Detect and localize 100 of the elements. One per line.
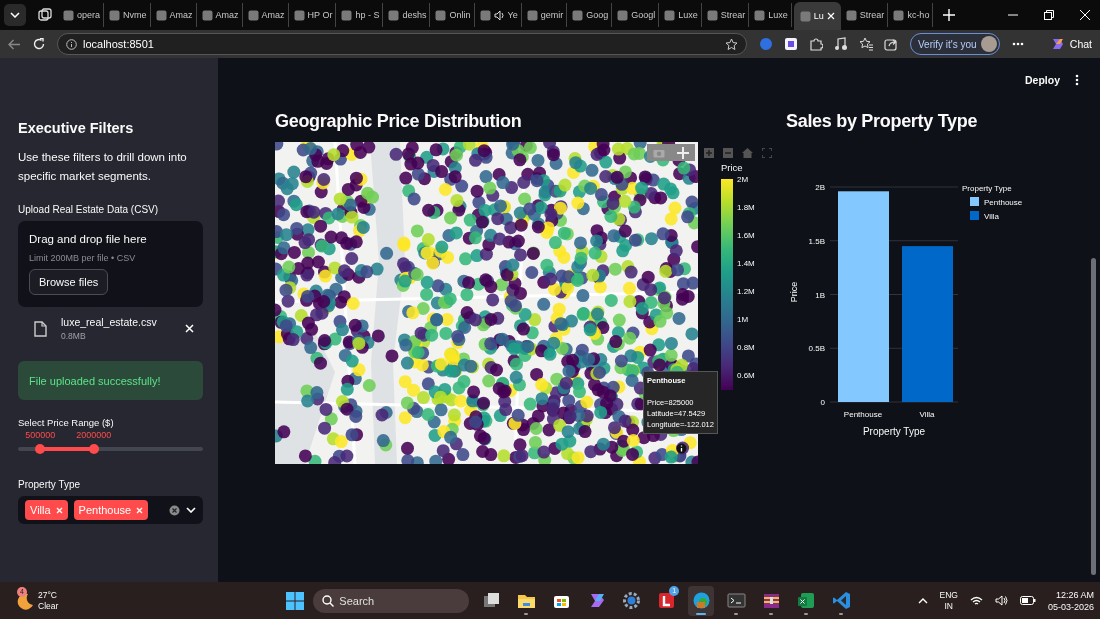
chevron-up-icon[interactable] — [917, 597, 928, 604]
colorbar-tick-label: 0.6M — [737, 369, 755, 382]
y-tick-label: 2B — [815, 183, 825, 192]
browser-tab[interactable]: Strear — [842, 3, 889, 27]
more-vertical-icon[interactable] — [1075, 74, 1079, 86]
y-axis-title: Price — [789, 281, 799, 303]
puzzle-icon[interactable] — [809, 37, 823, 51]
gear-icon — [621, 591, 641, 610]
site-icon — [617, 9, 629, 21]
file-dropzone[interactable]: Drag and drop file here Limit 200MB per file • CSV Browse files — [18, 221, 203, 307]
browser-tab[interactable]: gemir — [523, 3, 568, 27]
sidebar-title: Executive Filters — [18, 120, 135, 136]
site-icon — [109, 9, 121, 21]
clear-icon[interactable] — [169, 504, 180, 516]
star-icon[interactable] — [725, 37, 738, 51]
slider-value: 500000 — [25, 430, 56, 440]
sidebar-description: Use these filters to drill down into specific market segments. — [18, 150, 188, 184]
music-icon[interactable] — [834, 37, 848, 51]
close-icon[interactable] — [826, 12, 835, 20]
site-icon — [572, 9, 584, 21]
browser-tab[interactable]: opera — [60, 3, 105, 27]
task-view-icon — [481, 591, 501, 610]
back-arrow-icon[interactable] — [8, 38, 21, 50]
extension-icon[interactable] — [784, 37, 798, 51]
wifi-icon[interactable] — [969, 595, 983, 606]
clock[interactable]: 12:26 AM 05-03-2026 — [1047, 588, 1094, 613]
home-icon[interactable] — [742, 147, 753, 158]
zoom-in-icon[interactable] — [704, 147, 714, 158]
slider-thumb[interactable] — [35, 444, 46, 454]
close-icon[interactable] — [185, 324, 194, 333]
move-icon[interactable] — [677, 146, 689, 159]
terminal-icon — [726, 591, 746, 610]
slider-thumb[interactable] — [88, 444, 99, 454]
deploy-button[interactable]: Deploy — [1023, 70, 1062, 90]
slider-label: Select Price Range ($) — [18, 417, 115, 428]
browser-tab[interactable]: Nvme — [106, 3, 151, 27]
file-name: luxe_real_estate.csv — [61, 316, 158, 328]
site-icon — [664, 9, 676, 21]
remove-icon[interactable] — [55, 506, 63, 514]
range-slider-track[interactable] — [18, 447, 203, 451]
dropzone-prompt: Drag and drop file here — [29, 233, 147, 245]
colorbar-tick-label: 1M — [737, 313, 750, 326]
colorbar-tick-label: 1.2M — [737, 285, 755, 298]
speaker-icon[interactable] — [994, 595, 1008, 606]
file-size: 0.8MB — [61, 331, 87, 341]
browser-tab[interactable]: Ye — [476, 3, 522, 27]
search-icon — [322, 594, 335, 607]
browser-tab[interactable]: Onlin — [432, 3, 475, 27]
battery-icon[interactable] — [1019, 596, 1036, 605]
browser-tab[interactable]: HP Or — [290, 3, 337, 27]
site-icon — [754, 9, 766, 21]
restore-icon[interactable] — [1044, 10, 1054, 20]
browser-tab[interactable]: hp - S — [338, 3, 384, 27]
close-icon[interactable] — [1080, 10, 1090, 20]
site-icon — [341, 9, 353, 21]
copilot-chat-button[interactable]: Chat — [1049, 36, 1092, 52]
site-icon — [63, 9, 74, 21]
colorbar-tick-label: 1.4M — [737, 257, 755, 270]
info-icon[interactable] — [676, 443, 687, 454]
share-icon[interactable] — [884, 37, 898, 51]
address-bar[interactable]: localhost:8501 — [57, 33, 747, 55]
legend-label[interactable]: Villa — [984, 212, 999, 221]
browser-tab[interactable]: Goog — [569, 3, 613, 27]
browser-tab[interactable]: kc-ho — [890, 3, 934, 27]
scrollbar-thumb[interactable] — [1091, 258, 1096, 575]
new-tab-icon[interactable] — [943, 9, 956, 21]
uploader-label: Upload Real Estate Data (CSV) — [18, 204, 160, 215]
zoom-out-icon[interactable] — [723, 147, 733, 158]
weather-condition: Clear — [38, 600, 59, 612]
browser-tab[interactable]: deshs — [385, 3, 431, 27]
browser-tab[interactable]: Amaz — [152, 3, 197, 27]
archive-icon — [761, 591, 781, 610]
taskbar-search-field[interactable]: Search — [313, 588, 470, 613]
y-tick-label: 0 — [820, 398, 825, 407]
browser-tab[interactable]: Amaz — [198, 3, 243, 27]
browse-files-button[interactable]: Browse files — [29, 269, 109, 295]
browser-tab[interactable]: Luxe — [661, 3, 702, 27]
reload-icon[interactable] — [33, 38, 45, 50]
code-editor-icon — [831, 591, 851, 610]
site-icon — [247, 9, 259, 21]
favorites-icon[interactable] — [859, 37, 873, 51]
colorbar-tick-label: 1.8M — [737, 202, 755, 214]
workspaces-icon[interactable] — [38, 8, 52, 22]
browser-tab[interactable]: Strear — [703, 3, 750, 27]
browser-tab[interactable]: Amaz — [244, 3, 289, 27]
language-indicator[interactable]: ENG IN — [939, 589, 958, 612]
browser-tab[interactable]: Luxe — [751, 3, 792, 27]
more-icon[interactable] — [1011, 42, 1024, 46]
site-icon — [479, 9, 491, 21]
chevron-down-icon[interactable] — [186, 507, 196, 513]
remove-icon[interactable] — [136, 506, 144, 514]
tab-actions-button[interactable] — [4, 4, 26, 26]
y-tick-label: 1B — [815, 290, 825, 300]
browser-tab[interactable]: Googl — [614, 3, 660, 27]
windows-start-icon[interactable] — [286, 591, 305, 610]
legend-label[interactable]: Penthouse — [984, 198, 1023, 207]
browser-tab[interactable]: Lu — [793, 2, 841, 30]
site-icon — [435, 9, 447, 21]
site-icon — [799, 10, 811, 22]
verify-profile-button[interactable]: Verify it's you — [910, 33, 1000, 55]
